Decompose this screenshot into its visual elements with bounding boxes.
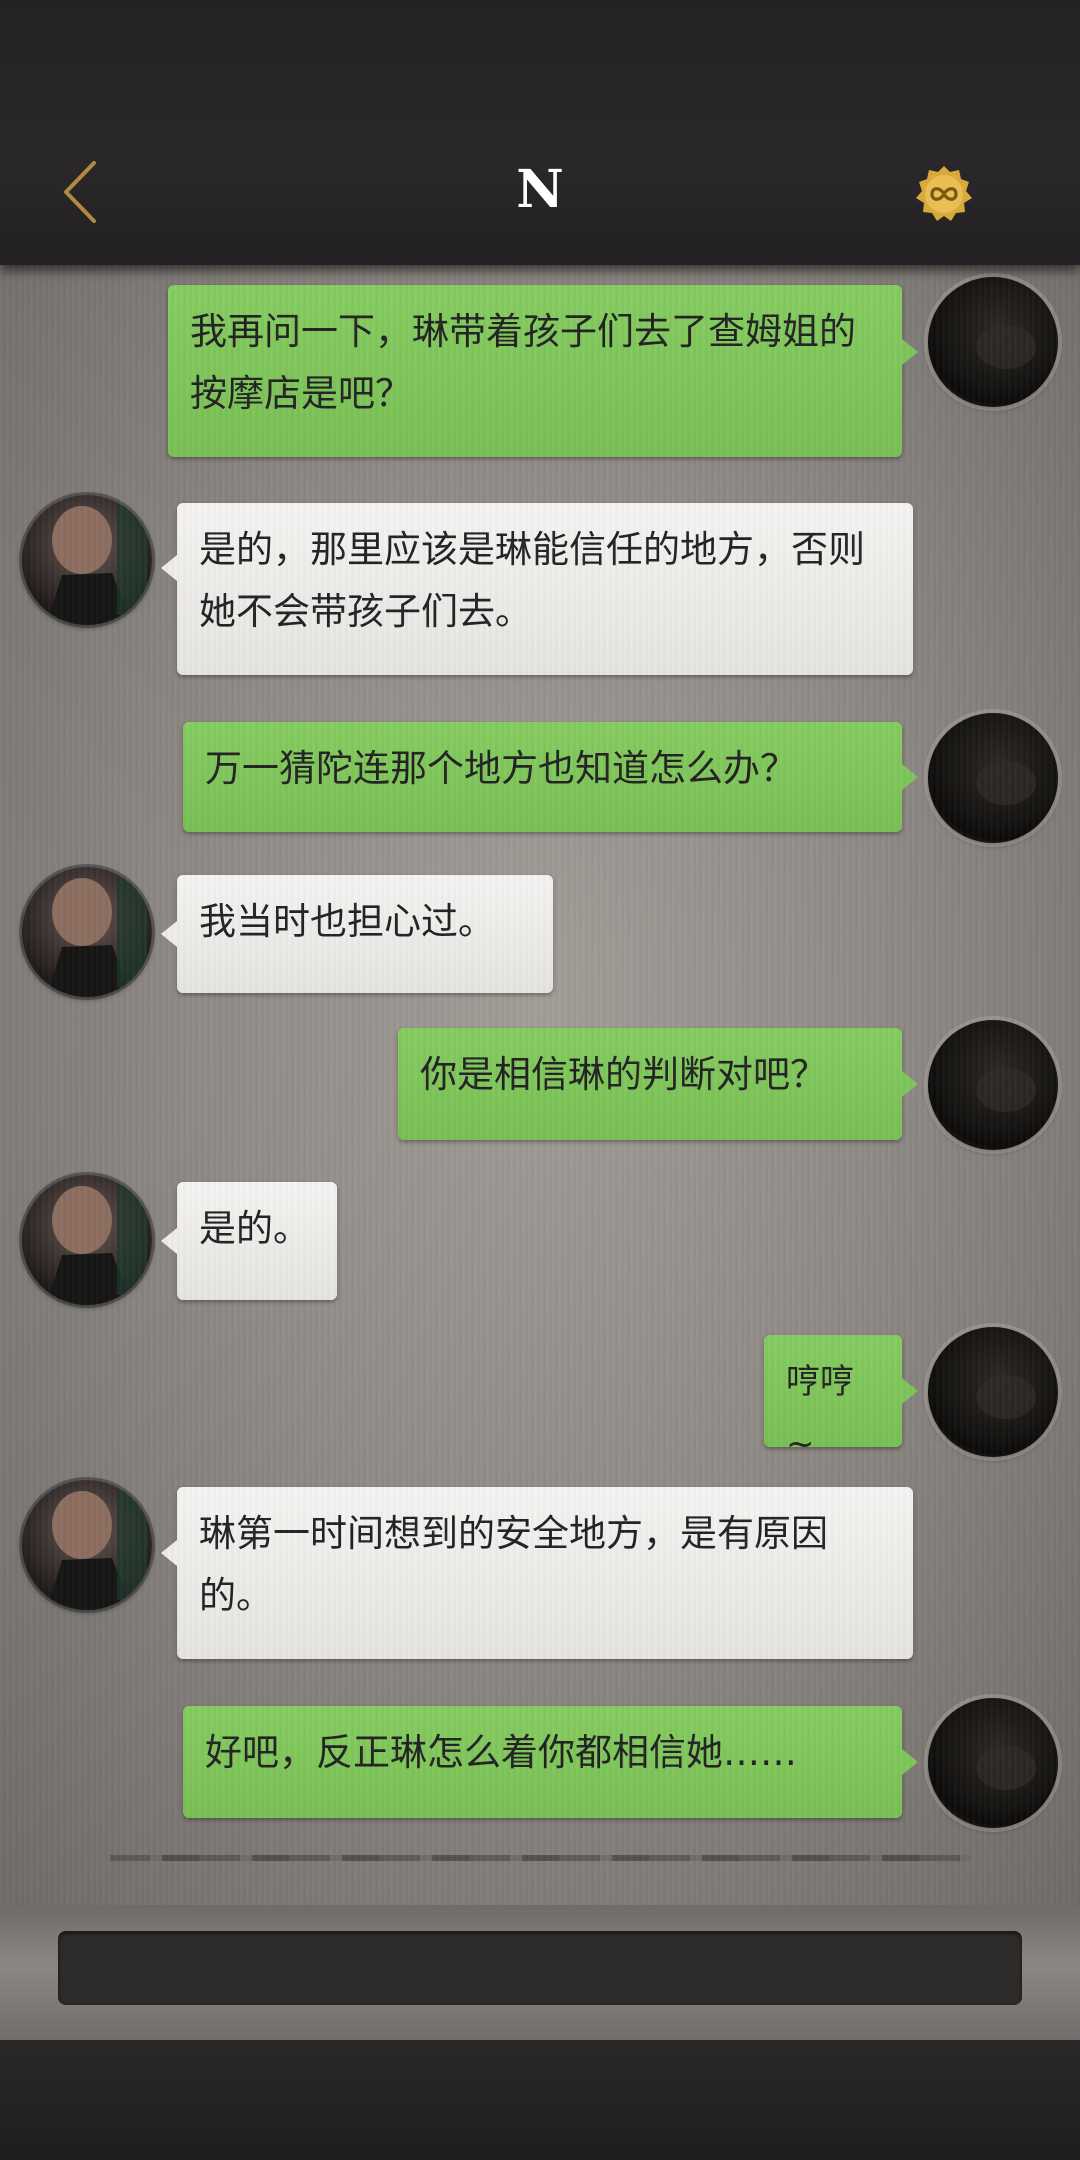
message-bubble[interactable]: 你是相信琳的判断对吧？ [398, 1028, 902, 1140]
message-bubble[interactable]: 我再问一下，琳带着孩子们去了查姆姐的按摩店是吧？ [168, 285, 902, 457]
bubble-tail [902, 1071, 918, 1097]
my-avatar[interactable] [928, 1020, 1058, 1150]
message-bubble[interactable]: 哼哼~ [764, 1335, 902, 1464]
message-bubble[interactable]: 琳第一时间想到的安全地方，是有原因的。 [177, 1487, 913, 1659]
top-bar: N [0, 0, 1080, 265]
bubble-tail [902, 1749, 918, 1775]
contact-avatar[interactable] [22, 867, 152, 997]
bottom-bar [0, 2040, 1080, 2160]
bubble-tail [902, 764, 918, 790]
contact-avatar[interactable] [22, 1175, 152, 1305]
paper-edge-divider [110, 1855, 970, 1861]
bubble-tail [902, 1378, 918, 1404]
badge-button[interactable] [914, 164, 974, 224]
bubble-tail [161, 555, 177, 581]
contact-avatar[interactable] [22, 1480, 152, 1610]
my-avatar[interactable] [928, 713, 1058, 843]
my-avatar[interactable] [928, 277, 1058, 407]
my-avatar[interactable] [928, 1698, 1058, 1828]
bubble-tail [161, 921, 177, 947]
bubble-tail [161, 1540, 177, 1566]
my-avatar[interactable] [928, 1327, 1058, 1457]
message-bubble[interactable]: 是的，那里应该是琳能信任的地方，否则她不会带孩子们去。 [177, 503, 913, 675]
message-input[interactable] [58, 1931, 1022, 2005]
infinity-badge-icon [916, 166, 972, 221]
message-bubble[interactable]: 我当时也担心过。 [177, 875, 553, 993]
contact-avatar[interactable] [22, 495, 152, 625]
message-bubble[interactable]: 万一猜陀连那个地方也知道怎么办？ [183, 722, 902, 832]
message-bubble[interactable]: 是的。 [177, 1182, 337, 1300]
message-bubble[interactable]: 好吧，反正琳怎么着你都相信她…… [183, 1706, 902, 1818]
bubble-tail [902, 339, 918, 365]
input-area [0, 1905, 1080, 2040]
bubble-tail [161, 1228, 177, 1254]
chat-area[interactable]: 我再问一下，琳带着孩子们去了查姆姐的按摩店是吧？ 是的，那里应该是琳能信任的地方… [0, 265, 1080, 1905]
